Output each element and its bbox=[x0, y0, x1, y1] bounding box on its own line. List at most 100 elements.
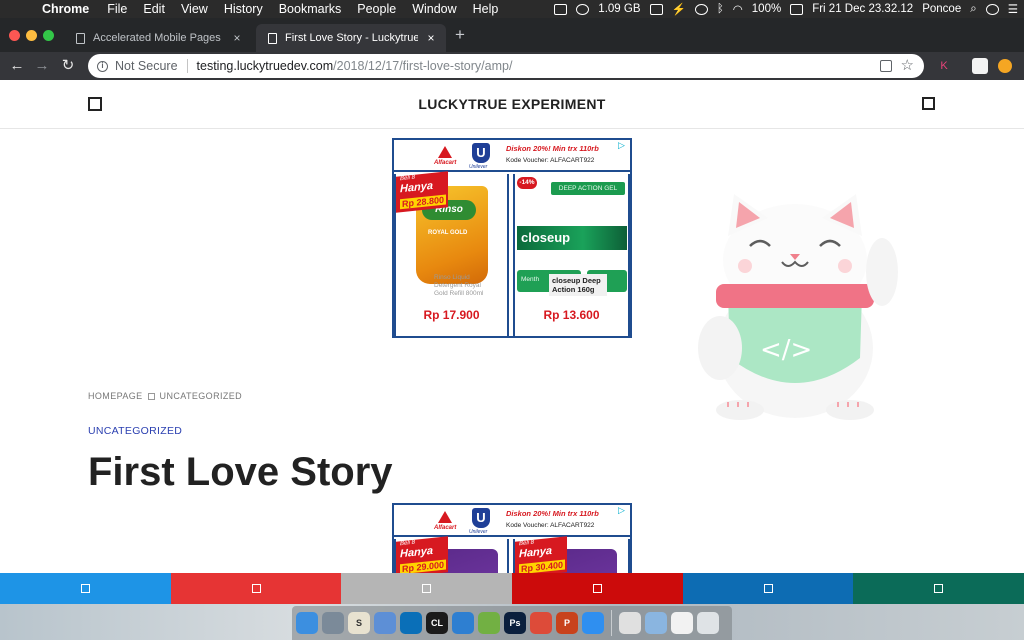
translate-icon[interactable] bbox=[880, 60, 892, 72]
preview-icon[interactable] bbox=[671, 612, 693, 634]
menu-window[interactable]: Window bbox=[404, 2, 464, 16]
ad-product-closeup[interactable]: -14% DEEP ACTION GEL closeup Menth close… bbox=[513, 174, 630, 338]
unilever-logo: U bbox=[472, 143, 490, 163]
address-bar[interactable]: i Not Secure testing.luckytruedev.com /2… bbox=[88, 54, 924, 78]
ad-voucher: Kode Voucher: ALFACART922 bbox=[506, 157, 595, 164]
trash-icon[interactable] bbox=[697, 612, 719, 634]
share-button-4[interactable] bbox=[512, 573, 683, 604]
dropbox-icon[interactable] bbox=[554, 3, 568, 15]
menu-view[interactable]: View bbox=[173, 2, 216, 16]
bluetooth-icon[interactable]: ᛒ bbox=[717, 3, 724, 15]
share-button-1[interactable] bbox=[0, 573, 171, 604]
alfacart-logo: Alfacart bbox=[434, 145, 456, 167]
share-icon bbox=[592, 584, 602, 593]
tab-close-icon[interactable]: × bbox=[424, 31, 438, 45]
post-category-link[interactable]: UNCATEGORIZED bbox=[88, 425, 182, 437]
price-badge: Beli 8 Hanya Rp 30.400 bbox=[515, 536, 567, 573]
banner-ad[interactable]: Alfacart U Unilever Diskon 20%! Min trx … bbox=[392, 138, 632, 338]
ad-header: Alfacart U Unilever Diskon 20%! Min trx … bbox=[394, 505, 630, 537]
clion-icon[interactable]: CL bbox=[426, 612, 448, 634]
share-button-3[interactable] bbox=[341, 573, 513, 604]
tab-close-icon[interactable]: × bbox=[230, 31, 244, 45]
menu-app-name[interactable]: Chrome bbox=[34, 2, 99, 16]
breadcrumb-current[interactable]: UNCATEGORIZED bbox=[160, 391, 243, 401]
spotlight-icon[interactable]: ⌕ bbox=[970, 3, 976, 16]
memory-icon[interactable] bbox=[576, 3, 590, 15]
close-window-button[interactable] bbox=[9, 30, 20, 41]
clock[interactable]: Fri 21 Dec 23.32.12 bbox=[812, 3, 913, 15]
ad-product-rinso[interactable]: Rinso ROYAL GOLD Beli 8 Hanya Rp 28.800 … bbox=[394, 171, 509, 338]
price-badge: Beli 8 Hanya Rp 29.000 bbox=[396, 536, 448, 573]
menu-edit[interactable]: Edit bbox=[135, 2, 173, 16]
safari-icon[interactable] bbox=[582, 612, 604, 634]
svg-text:</>: </> bbox=[760, 335, 812, 365]
battery-icon[interactable] bbox=[790, 3, 804, 15]
page-icon bbox=[76, 32, 85, 44]
android-studio-icon[interactable] bbox=[478, 612, 500, 634]
ad-product[interactable]: Beli 8 Hanya Rp 29.000 bbox=[394, 536, 509, 573]
menu-people[interactable]: People bbox=[349, 2, 404, 16]
memory-readout[interactable]: 1.09 GB bbox=[598, 3, 640, 15]
site-title[interactable]: LUCKYTRUE EXPERIMENT bbox=[0, 96, 1024, 112]
powerpoint-icon[interactable]: P bbox=[556, 612, 578, 634]
page-icon bbox=[268, 32, 277, 44]
back-arrow-icon[interactable]: ← bbox=[6, 55, 28, 77]
tab-amp-docs[interactable]: Accelerated Mobile Pages Opti × bbox=[64, 24, 252, 52]
ad-promo: Diskon 20%! Min trx 110rb bbox=[506, 144, 599, 153]
chrome-icon[interactable] bbox=[530, 612, 552, 634]
launchpad-icon[interactable] bbox=[322, 612, 344, 634]
search-toggle-icon[interactable] bbox=[922, 97, 935, 110]
user-name[interactable]: Poncoe bbox=[922, 3, 961, 15]
opera-icon[interactable] bbox=[619, 612, 641, 634]
share-button-5[interactable] bbox=[682, 573, 854, 604]
post-title: First Love Story bbox=[88, 450, 393, 494]
url-path[interactable]: /2018/12/17/first-love-story/amp/ bbox=[333, 59, 512, 73]
siri-icon[interactable] bbox=[985, 3, 999, 15]
virtualbox-icon[interactable] bbox=[374, 612, 396, 634]
reload-icon[interactable]: ↻ bbox=[57, 55, 79, 77]
bookmark-star-icon[interactable]: ☆ bbox=[901, 56, 914, 74]
breadcrumb: HOMEPAGE UNCATEGORIZED bbox=[88, 391, 242, 401]
adchoices-icon[interactable]: ▷ bbox=[618, 140, 628, 150]
forward-arrow-icon[interactable]: → bbox=[31, 55, 53, 77]
info-icon[interactable]: i bbox=[97, 60, 108, 72]
new-tab-button[interactable]: + bbox=[455, 26, 465, 44]
banner-ad-2[interactable]: Alfacart U Unilever Diskon 20%! Min trx … bbox=[392, 503, 632, 573]
unilever-wordmark: Unilever bbox=[469, 164, 488, 170]
slack-icon[interactable]: S bbox=[348, 612, 370, 634]
adchoices-icon[interactable]: ▷ bbox=[618, 505, 628, 515]
bolt-icon[interactable]: ⚡ bbox=[672, 2, 686, 16]
menu-help[interactable]: Help bbox=[465, 2, 507, 16]
menu-bookmarks[interactable]: Bookmarks bbox=[271, 2, 350, 16]
extension-orange-icon[interactable] bbox=[998, 59, 1012, 73]
menu-history[interactable]: History bbox=[216, 2, 271, 16]
chrome-tab-strip: Accelerated Mobile Pages Opti × First Lo… bbox=[0, 18, 1024, 52]
xcode-icon[interactable] bbox=[452, 612, 474, 634]
breadcrumb-home[interactable]: HOMEPAGE bbox=[88, 391, 143, 401]
url-host[interactable]: testing.luckytruedev.com bbox=[197, 59, 334, 73]
folder-icon[interactable] bbox=[645, 612, 667, 634]
ad-product[interactable]: Beli 8 Hanya Rp 30.400 bbox=[513, 536, 630, 573]
extension-glove-icon[interactable] bbox=[972, 58, 988, 74]
security-status[interactable]: Not Secure bbox=[115, 59, 178, 73]
photoshop-icon[interactable]: Ps bbox=[504, 612, 526, 634]
menu-file[interactable]: File bbox=[99, 2, 135, 16]
share-button-6[interactable] bbox=[853, 573, 1024, 604]
notification-center-icon[interactable]: ☰ bbox=[1008, 2, 1018, 16]
extension-k-icon[interactable]: K bbox=[936, 58, 952, 74]
web-page: LUCKYTRUE EXPERIMENT Alfacart U Unilever… bbox=[0, 80, 1024, 573]
cloud-icon[interactable] bbox=[694, 3, 708, 15]
share-button-2[interactable] bbox=[170, 573, 342, 604]
drive-icon[interactable] bbox=[649, 3, 663, 15]
battery-percent[interactable]: 100% bbox=[752, 3, 781, 15]
trello-icon[interactable] bbox=[400, 612, 422, 634]
wifi-icon[interactable]: ◠ bbox=[733, 2, 743, 16]
share-icon bbox=[763, 584, 773, 593]
minimize-window-button[interactable] bbox=[26, 30, 37, 41]
discount-badge: -14% bbox=[517, 177, 537, 189]
finder-icon[interactable] bbox=[296, 612, 318, 634]
zoom-window-button[interactable] bbox=[43, 30, 54, 41]
tab-first-love-story[interactable]: First Love Story - Luckytrue Ex × bbox=[256, 24, 446, 52]
product-tag: DEEP ACTION GEL bbox=[551, 182, 625, 195]
breadcrumb-separator-icon bbox=[147, 392, 155, 400]
